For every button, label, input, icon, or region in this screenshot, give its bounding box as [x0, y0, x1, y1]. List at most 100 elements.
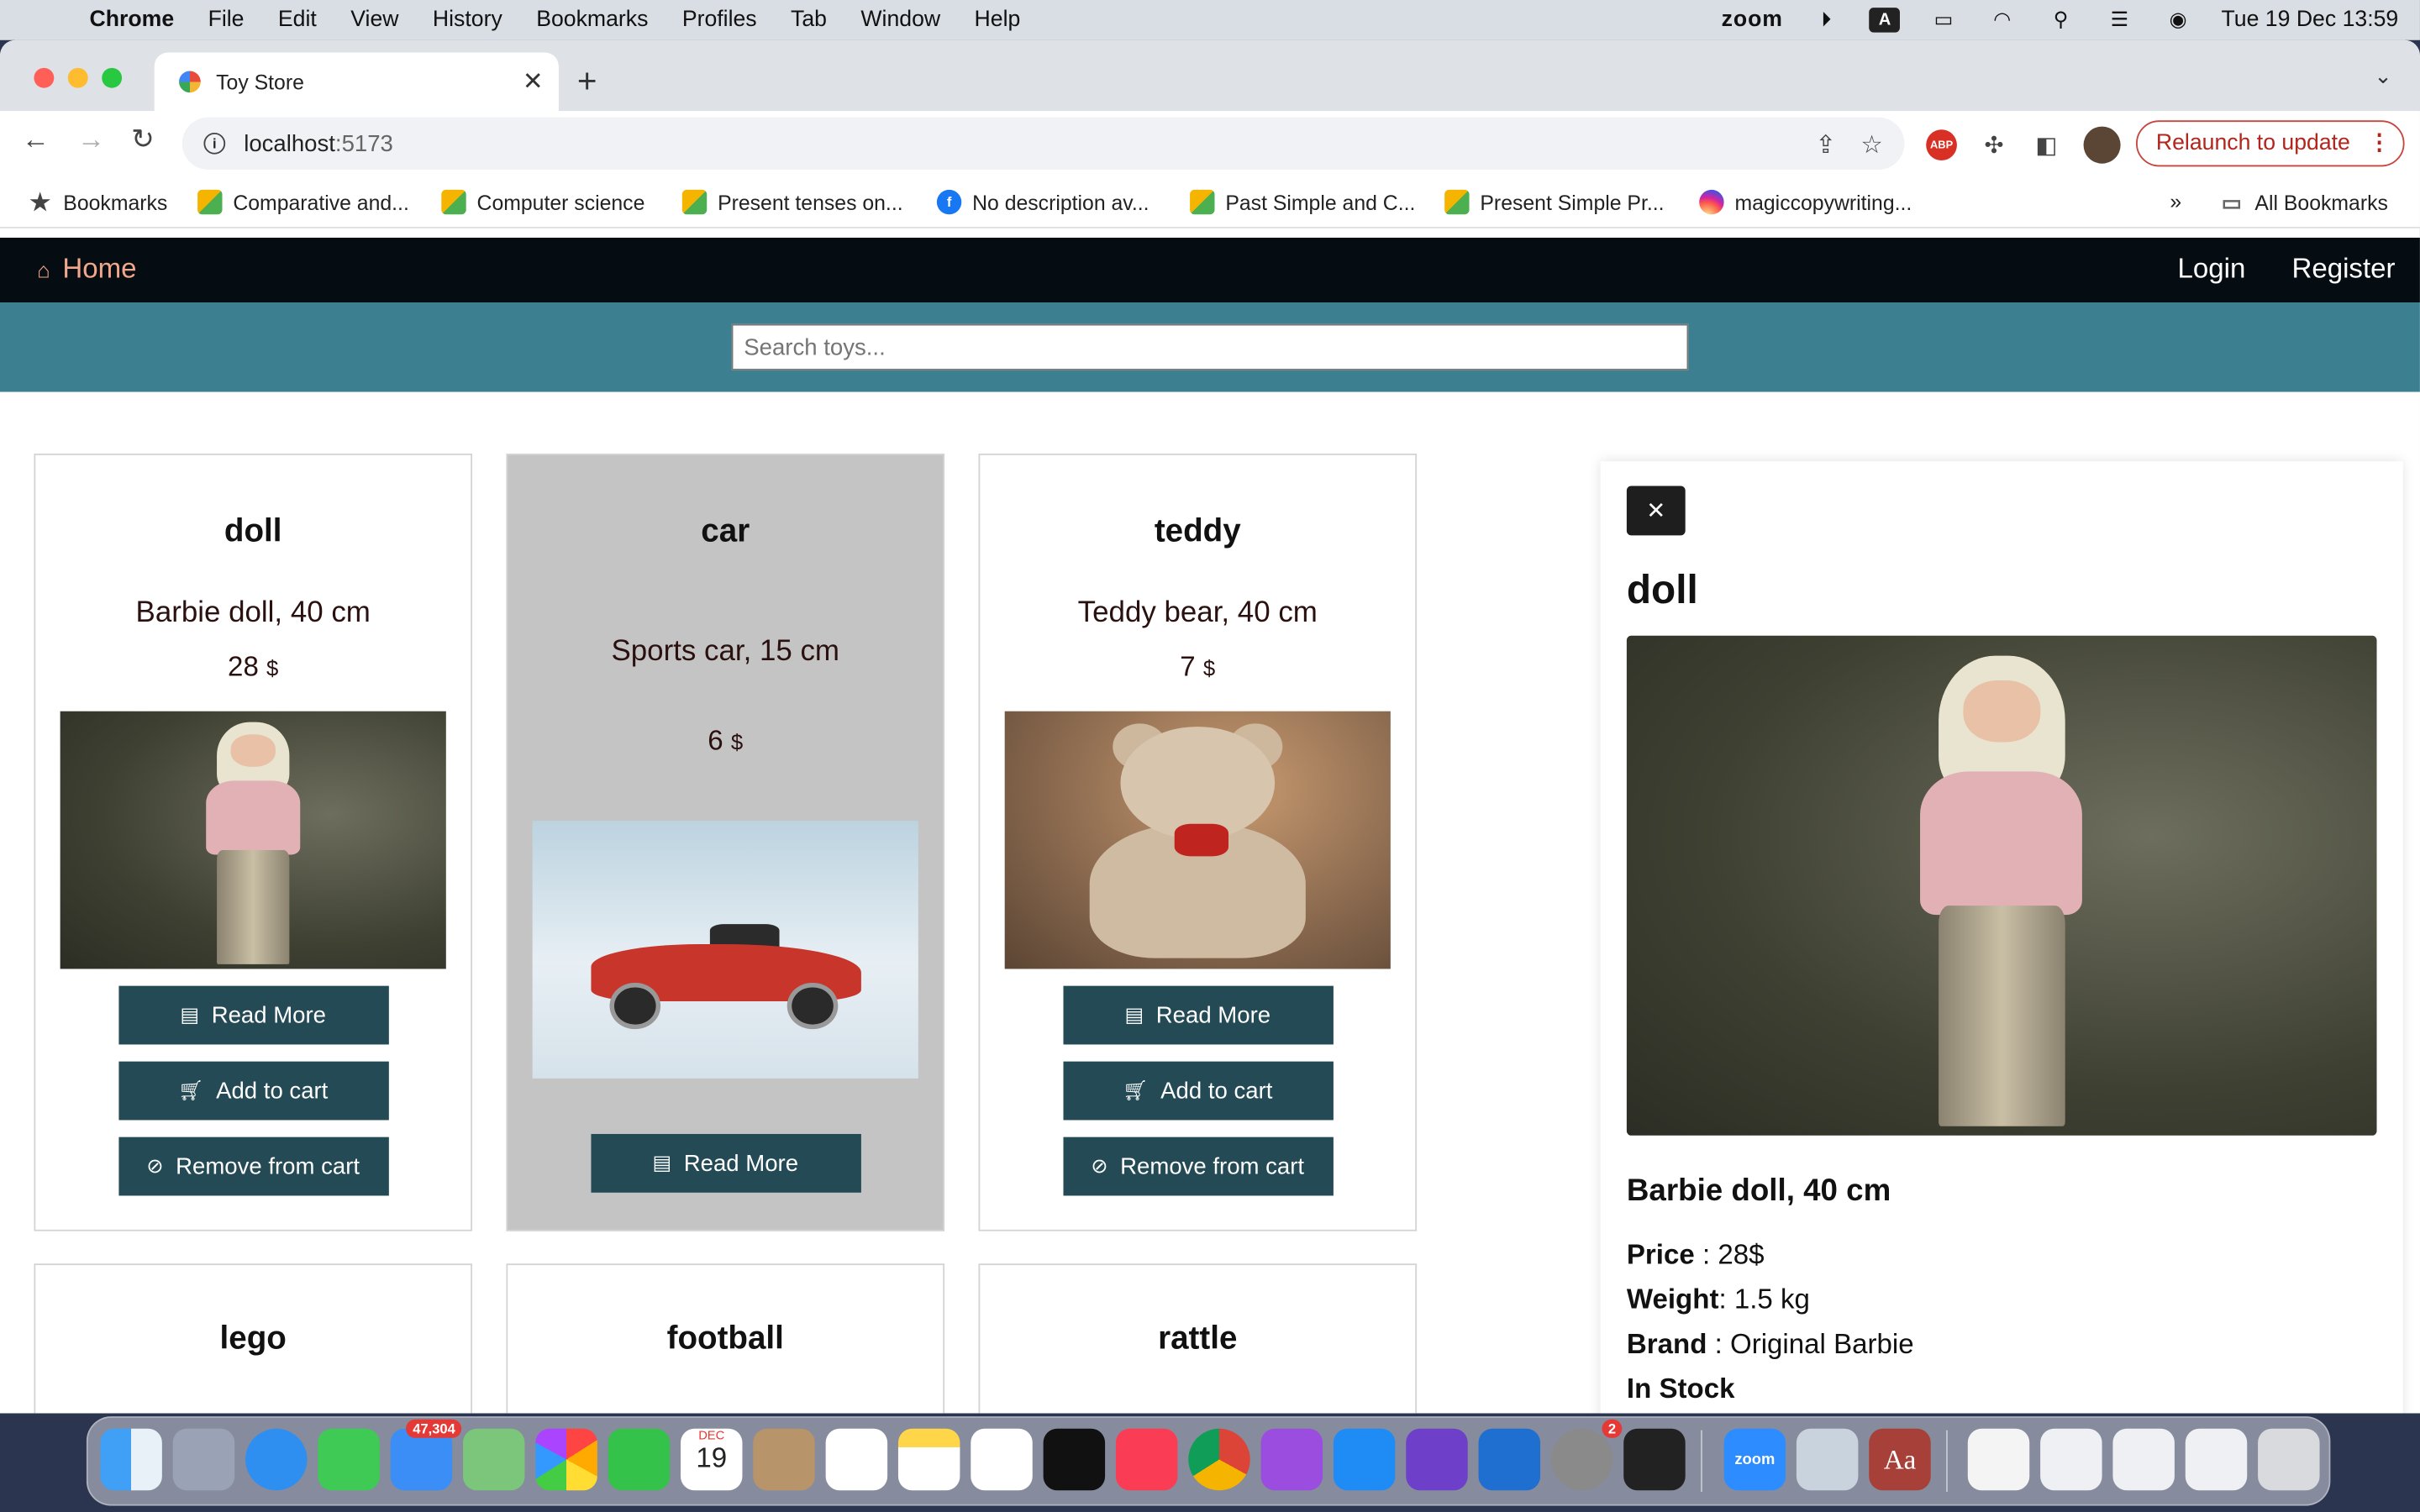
bookmark-item-facebook[interactable]: f No description av...	[936, 189, 1150, 215]
tab-search-chevron-icon[interactable]: ⌄	[2374, 63, 2392, 89]
menu-history[interactable]: History	[433, 8, 502, 32]
dictionary-icon[interactable]: Aa	[1869, 1428, 1931, 1491]
menu-view[interactable]: View	[350, 8, 398, 32]
tab-close-icon[interactable]: ✕	[523, 66, 544, 97]
register-link[interactable]: Register	[2291, 253, 2395, 286]
vscode-icon[interactable]	[1478, 1428, 1541, 1491]
forward-arrow-icon[interactable]: →	[77, 123, 105, 156]
apple-tv-icon[interactable]	[1043, 1428, 1106, 1491]
trash-icon[interactable]	[2258, 1428, 2320, 1491]
maps-icon[interactable]	[463, 1428, 525, 1491]
preview-icon[interactable]	[1796, 1428, 1859, 1491]
product-card-doll[interactable]: doll Barbie doll, 40 cm 28 $ ▤ Read More …	[34, 453, 473, 1231]
chrome-icon[interactable]	[1188, 1428, 1250, 1491]
reload-icon[interactable]: ↻	[131, 123, 155, 156]
siri-icon[interactable]: ◉	[2163, 8, 2194, 32]
launchpad-icon[interactable]	[172, 1428, 235, 1491]
freeform-icon[interactable]	[971, 1428, 1033, 1491]
read-more-button[interactable]: ▤ Read More	[1062, 985, 1333, 1045]
facetime-icon[interactable]	[608, 1428, 671, 1491]
menu-bookmarks[interactable]: Bookmarks	[536, 8, 648, 32]
tab-toy-store[interactable]: Toy Store ✕	[154, 52, 559, 112]
terminal-icon[interactable]	[1623, 1428, 1686, 1491]
search-input[interactable]	[731, 323, 1689, 370]
product-card-teddy[interactable]: teddy Teddy bear, 40 cm 7 $ ▤ Read More 🛒…	[978, 453, 1418, 1231]
bookmark-star-icon[interactable]: ☆	[1860, 129, 1882, 160]
add-to-cart-button[interactable]: 🛒︎ Add to cart	[118, 1061, 388, 1121]
back-arrow-icon[interactable]: ←	[22, 123, 50, 156]
login-link[interactable]: Login	[2177, 253, 2245, 286]
battery-icon[interactable]: ▭	[1928, 8, 1960, 32]
price-label: Price	[1626, 1238, 1695, 1270]
window-zoom-button[interactable]	[102, 67, 123, 88]
new-tab-plus-icon[interactable]: +	[577, 61, 597, 102]
contacts-icon[interactable]	[753, 1428, 815, 1491]
web-page: ⌂ Home Login Register doll Barbie doll, …	[0, 237, 2420, 1414]
menubar-clock[interactable]: Tue 19 Dec 13:59	[2221, 8, 2398, 32]
menu-help[interactable]: Help	[975, 8, 1021, 32]
site-info-icon[interactable]: i	[203, 132, 226, 155]
product-card-lego[interactable]: lego	[34, 1263, 473, 1414]
address-bar[interactable]: i localhost:5173 ⇪ ☆	[182, 117, 1905, 171]
recent-document-icon[interactable]	[2112, 1428, 2175, 1491]
wifi-icon[interactable]: ◠	[1986, 8, 2018, 32]
bookmark-item-present-simple[interactable]: Present Simple Pr...	[1444, 189, 1665, 215]
menu-app-name[interactable]: Chrome	[90, 8, 175, 32]
zoom-status-icon[interactable]: zoom	[1722, 8, 1783, 32]
notes-icon[interactable]	[897, 1428, 960, 1491]
bookmarks-overflow-button[interactable]: »	[2170, 190, 2181, 213]
bookmark-item-instagram[interactable]: magiccopywriting...	[1699, 189, 1912, 215]
menu-window[interactable]: Window	[860, 8, 940, 32]
messages-icon[interactable]	[318, 1428, 380, 1491]
menu-profiles[interactable]: Profiles	[682, 8, 757, 32]
relaunch-to-update-button[interactable]: Relaunch to update ⋮	[2135, 120, 2405, 167]
system-settings-icon[interactable]: 2	[1550, 1419, 1623, 1491]
window-close-button[interactable]	[34, 67, 55, 88]
calendar-icon[interactable]: DEC 19	[680, 1428, 743, 1491]
recent-document-icon[interactable]	[2185, 1428, 2248, 1491]
read-more-button[interactable]: ▤ Read More	[590, 1133, 860, 1193]
remove-from-cart-button[interactable]: ⊘ Remove from cart	[118, 1137, 388, 1196]
adblock-plus-icon[interactable]: ABP	[1926, 129, 1957, 161]
remove-from-cart-button[interactable]: ⊘ Remove from cart	[1062, 1137, 1333, 1196]
podcasts-icon[interactable]	[1260, 1428, 1323, 1491]
spotlight-search-icon[interactable]: ⚲	[2045, 8, 2076, 32]
bookmark-item-computer-science[interactable]: Computer science	[441, 189, 644, 215]
all-bookmarks-button[interactable]: ▭ All Bookmarks	[2219, 189, 2388, 214]
play-circle-icon[interactable]: ⏵	[1811, 8, 1842, 32]
profile-avatar[interactable]	[2083, 126, 2121, 164]
recent-document-icon[interactable]	[2040, 1428, 2102, 1491]
share-icon[interactable]: ⇪	[1815, 129, 1836, 160]
extensions-puzzle-icon[interactable]: ✣	[1979, 129, 2010, 160]
github-desktop-icon[interactable]	[1406, 1428, 1468, 1491]
app-store-icon[interactable]	[1333, 1428, 1396, 1491]
mail-icon[interactable]: 47,304	[390, 1419, 462, 1491]
currency-symbol: $	[730, 729, 744, 755]
chrome-menu-kebab-icon[interactable]: ⋮	[2368, 131, 2391, 155]
add-to-cart-button[interactable]: 🛒︎ Add to cart	[1062, 1061, 1333, 1121]
menu-file[interactable]: File	[208, 8, 245, 32]
home-link[interactable]: ⌂ Home	[37, 253, 136, 286]
read-more-button[interactable]: ▤ Read More	[118, 985, 388, 1045]
control-center-icon[interactable]: ☰	[2104, 8, 2135, 32]
bookmark-item-bookmarks[interactable]: ★ Bookmarks	[28, 190, 167, 216]
window-minimize-button[interactable]	[67, 67, 88, 88]
safari-icon[interactable]	[245, 1428, 308, 1491]
menu-edit[interactable]: Edit	[278, 8, 317, 32]
finder-icon[interactable]	[100, 1428, 162, 1491]
side-panel-icon[interactable]: ◧	[2031, 129, 2062, 160]
close-detail-button[interactable]: ✕	[1626, 486, 1686, 536]
photos-icon[interactable]	[535, 1428, 597, 1491]
recent-document-icon[interactable]	[1967, 1428, 2030, 1491]
bookmark-item-comparative[interactable]: Comparative and...	[197, 189, 409, 215]
bookmark-item-present-tenses[interactable]: Present tenses on...	[681, 189, 903, 215]
music-icon[interactable]	[1115, 1428, 1178, 1491]
bookmark-item-past-simple[interactable]: Past Simple and C...	[1190, 189, 1415, 215]
product-card-football[interactable]: football	[506, 1263, 945, 1414]
menu-tab[interactable]: Tab	[791, 8, 827, 32]
product-card-rattle[interactable]: rattle	[978, 1263, 1418, 1414]
input-source-icon[interactable]: A	[1869, 8, 1901, 33]
product-card-car[interactable]: car Sports car, 15 cm 6 $ ▤ Read More	[506, 453, 945, 1231]
reminders-icon[interactable]	[825, 1428, 888, 1491]
zoom-app-icon[interactable]: zoom	[1723, 1428, 1786, 1491]
